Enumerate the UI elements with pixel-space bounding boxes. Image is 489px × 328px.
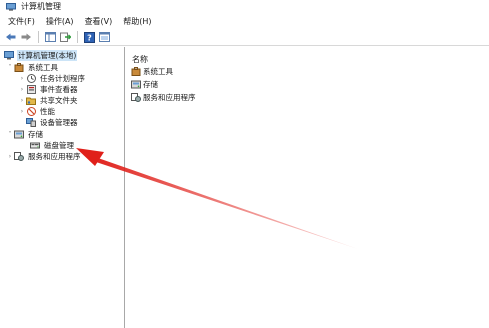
tree-item-label: 任务计划程序	[40, 74, 85, 83]
tree-item-label: 磁盘管理	[44, 141, 74, 150]
list-item-label: 系统工具	[143, 67, 173, 76]
toolbar-separator	[77, 31, 78, 43]
svg-text:?: ?	[87, 33, 92, 42]
properties-icon[interactable]	[98, 31, 110, 43]
menu-view[interactable]: 查看(V)	[85, 16, 113, 27]
tree-item-device-manager[interactable]: 设备管理器	[26, 117, 79, 128]
disk-management-icon	[30, 141, 40, 150]
tree-item-label: 设备管理器	[40, 118, 78, 127]
collapse-chevron-icon[interactable]: ˅	[6, 131, 14, 138]
expand-chevron-icon[interactable]: ›	[18, 75, 26, 82]
storage-icon	[14, 130, 24, 139]
computer-management-icon	[6, 2, 16, 11]
services-icon	[14, 152, 24, 161]
expand-chevron-icon[interactable]: ›	[18, 108, 26, 115]
toolbar-separator	[38, 31, 39, 43]
toolbox-icon	[14, 63, 24, 72]
tree-item-task-scheduler[interactable]: › 任务计划程序	[18, 73, 86, 84]
show-tree-icon[interactable]	[44, 31, 56, 43]
tree-item-label: 计算机管理(本地)	[17, 50, 78, 61]
tree-item-disk-management[interactable]: 磁盘管理	[30, 140, 75, 151]
tree-item-event-viewer[interactable]: › 事件查看器	[18, 84, 79, 95]
back-arrow-icon[interactable]	[5, 31, 17, 43]
results-pane: 名称 系统工具 存储 服务和应用程序	[126, 47, 489, 328]
menu-bar: 文件(F) 操作(A) 查看(V) 帮助(H)	[0, 13, 489, 29]
tree-item-label: 事件查看器	[40, 85, 78, 94]
computer-management-icon	[4, 51, 14, 60]
tree-item-label: 系统工具	[28, 63, 58, 72]
tree-item-label: 存储	[28, 130, 43, 139]
performance-icon	[26, 107, 36, 116]
tree-item-label: 服务和应用程序	[28, 152, 81, 161]
window-title: 计算机管理	[21, 1, 61, 11]
list-item-label: 存储	[143, 80, 158, 89]
toolbar: ?	[0, 29, 489, 46]
collapse-chevron-icon[interactable]: ˅	[6, 64, 14, 71]
help-icon[interactable]: ?	[83, 31, 95, 43]
services-icon	[131, 93, 141, 102]
forward-arrow-icon[interactable]	[20, 31, 32, 43]
tree-item-label: 性能	[40, 107, 55, 116]
expand-chevron-icon[interactable]: ›	[18, 97, 26, 104]
column-header-name[interactable]: 名称	[132, 54, 148, 65]
tree-item-computer-management[interactable]: 计算机管理(本地)	[4, 50, 78, 61]
tree-item-services-applications[interactable]: › 服务和应用程序	[6, 151, 82, 162]
storage-icon	[131, 80, 141, 89]
tree-item-system-tools[interactable]: ˅ 系统工具	[6, 62, 59, 73]
list-item-services-applications[interactable]: 服务和应用程序	[131, 92, 196, 103]
expand-chevron-icon[interactable]: ›	[18, 86, 26, 93]
list-item-storage[interactable]: 存储	[131, 79, 158, 90]
menu-action[interactable]: 操作(A)	[46, 16, 74, 27]
tree-item-shared-folders[interactable]: › 共享文件夹	[18, 95, 79, 106]
expand-chevron-icon[interactable]: ›	[6, 153, 14, 160]
title-bar: 计算机管理	[0, 0, 489, 13]
device-manager-icon	[26, 118, 36, 127]
console-tree: 计算机管理(本地) ˅ 系统工具 › 任务计划程序 › 事件查看器 › 共享文件…	[0, 47, 125, 328]
list-item-system-tools[interactable]: 系统工具	[131, 66, 173, 77]
menu-help[interactable]: 帮助(H)	[123, 16, 151, 27]
shared-folder-icon	[26, 96, 36, 105]
tree-item-performance[interactable]: › 性能	[18, 106, 56, 117]
tree-item-storage[interactable]: ˅ 存储	[6, 129, 44, 140]
clock-icon	[26, 74, 36, 83]
event-viewer-icon	[26, 85, 36, 94]
toolbox-icon	[131, 67, 141, 76]
menu-file[interactable]: 文件(F)	[8, 16, 35, 27]
list-item-label: 服务和应用程序	[143, 93, 196, 102]
export-icon[interactable]	[59, 31, 71, 43]
tree-item-label: 共享文件夹	[40, 96, 78, 105]
